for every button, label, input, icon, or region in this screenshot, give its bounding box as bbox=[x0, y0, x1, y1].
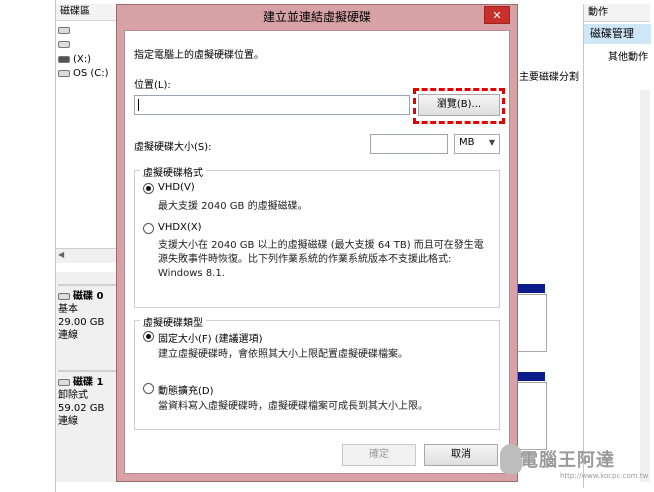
volume-row[interactable] bbox=[58, 38, 73, 52]
vhdx-label[interactable]: VHDX(X) bbox=[158, 222, 202, 233]
fixed-size-label[interactable]: 固定大小(F) (建議選項) bbox=[158, 330, 263, 345]
vertical-scrollbar[interactable] bbox=[640, 90, 650, 482]
scroll-left-icon[interactable]: ◀ bbox=[58, 250, 64, 259]
disk-size: 59.02 GB bbox=[58, 403, 105, 414]
horizontal-scrollbar[interactable]: ◀ bbox=[56, 248, 116, 263]
volume-row[interactable]: OS (C:) bbox=[58, 67, 109, 81]
vhdx-description-line: Windows 8.1. bbox=[158, 268, 225, 279]
disk-icon bbox=[58, 378, 70, 386]
type-group-title: 虛擬硬碟類型 bbox=[140, 314, 206, 329]
action-more[interactable]: 其他動作 bbox=[608, 48, 648, 63]
volume-row[interactable]: (X:) bbox=[58, 53, 91, 67]
location-input[interactable] bbox=[134, 95, 410, 115]
watermark-url: http://www.kocpc.com.tw bbox=[560, 472, 649, 480]
disk-title: 磁碟 1 bbox=[58, 376, 116, 389]
disk-type: 基本 bbox=[58, 304, 78, 315]
drive-icon bbox=[58, 69, 70, 77]
close-button[interactable]: ✕ bbox=[484, 6, 510, 24]
disk-0-card[interactable]: 磁碟 0 基本 29.00 GB 連線 bbox=[58, 284, 116, 360]
drive-icon bbox=[58, 26, 70, 34]
vhd-label[interactable]: VHD(V) bbox=[158, 182, 195, 193]
partition-type-text: 主要磁碟分割 bbox=[519, 72, 579, 83]
dynamic-description: 當資料寫入虛擬硬碟時，虛擬硬碟檔案可成長到其大小上限。 bbox=[158, 401, 428, 412]
volume-column-header[interactable]: 磁碟區 bbox=[56, 4, 120, 21]
vhdx-radio[interactable] bbox=[143, 223, 154, 234]
fixed-size-radio[interactable] bbox=[143, 331, 154, 342]
volume-row[interactable] bbox=[58, 24, 73, 38]
drive-icon bbox=[58, 40, 70, 48]
location-label: 位置(L): bbox=[134, 80, 171, 91]
vhdx-description-line: 支援大小在 2040 GB 以上的虛擬磁碟 (最大支援 64 TB) 而且可在發… bbox=[158, 240, 484, 251]
vhd-description: 最大支援 2040 GB 的虛擬磁碟。 bbox=[158, 201, 308, 212]
action-disk-management[interactable]: 磁碟管理 bbox=[584, 24, 651, 44]
actions-header: 動作 bbox=[584, 4, 650, 22]
instruction-text: 指定電腦上的虛擬硬碟位置。 bbox=[134, 50, 264, 61]
fixed-size-description: 建立虛擬硬碟時，會依照其大小上限配置虛擬硬碟檔案。 bbox=[158, 349, 408, 360]
chevron-down-icon: ▼ bbox=[488, 138, 495, 147]
size-unit-select[interactable]: MB ▼ bbox=[454, 134, 500, 154]
dynamic-label[interactable]: 動態擴充(D) bbox=[158, 382, 214, 397]
drive-icon bbox=[58, 55, 70, 63]
vhd-radio[interactable] bbox=[143, 183, 154, 194]
disk-title: 磁碟 0 bbox=[58, 290, 116, 303]
left-edge-pane bbox=[0, 0, 56, 492]
cancel-button[interactable]: 取消 bbox=[424, 444, 498, 466]
vhdx-description-line: 源失敗事件時恢復。比下列作業系統的作業系統版本不支援此格式: bbox=[158, 254, 452, 265]
disk-size: 29.00 GB bbox=[58, 317, 105, 328]
browse-highlight-box bbox=[413, 88, 505, 124]
disk-status: 連線 bbox=[58, 416, 78, 427]
size-label: 虛擬硬碟大小(S): bbox=[134, 142, 212, 153]
watermark-logo bbox=[500, 444, 522, 474]
size-input[interactable] bbox=[370, 134, 448, 154]
disk-type: 卸除式 bbox=[58, 390, 88, 401]
format-group-title: 虛擬硬碟格式 bbox=[140, 164, 206, 179]
dialog-title: 建立並連結虛擬硬碟 bbox=[262, 10, 371, 24]
disk-1-card[interactable]: 磁碟 1 卸除式 59.02 GB 連線 bbox=[58, 370, 116, 456]
text-caret bbox=[138, 99, 139, 111]
watermark-text: 電腦王阿達 bbox=[520, 450, 615, 471]
dynamic-radio[interactable] bbox=[143, 383, 154, 394]
ok-button[interactable]: 確定 bbox=[342, 444, 416, 466]
disk-icon bbox=[58, 292, 70, 300]
disk-status: 連線 bbox=[58, 330, 78, 341]
